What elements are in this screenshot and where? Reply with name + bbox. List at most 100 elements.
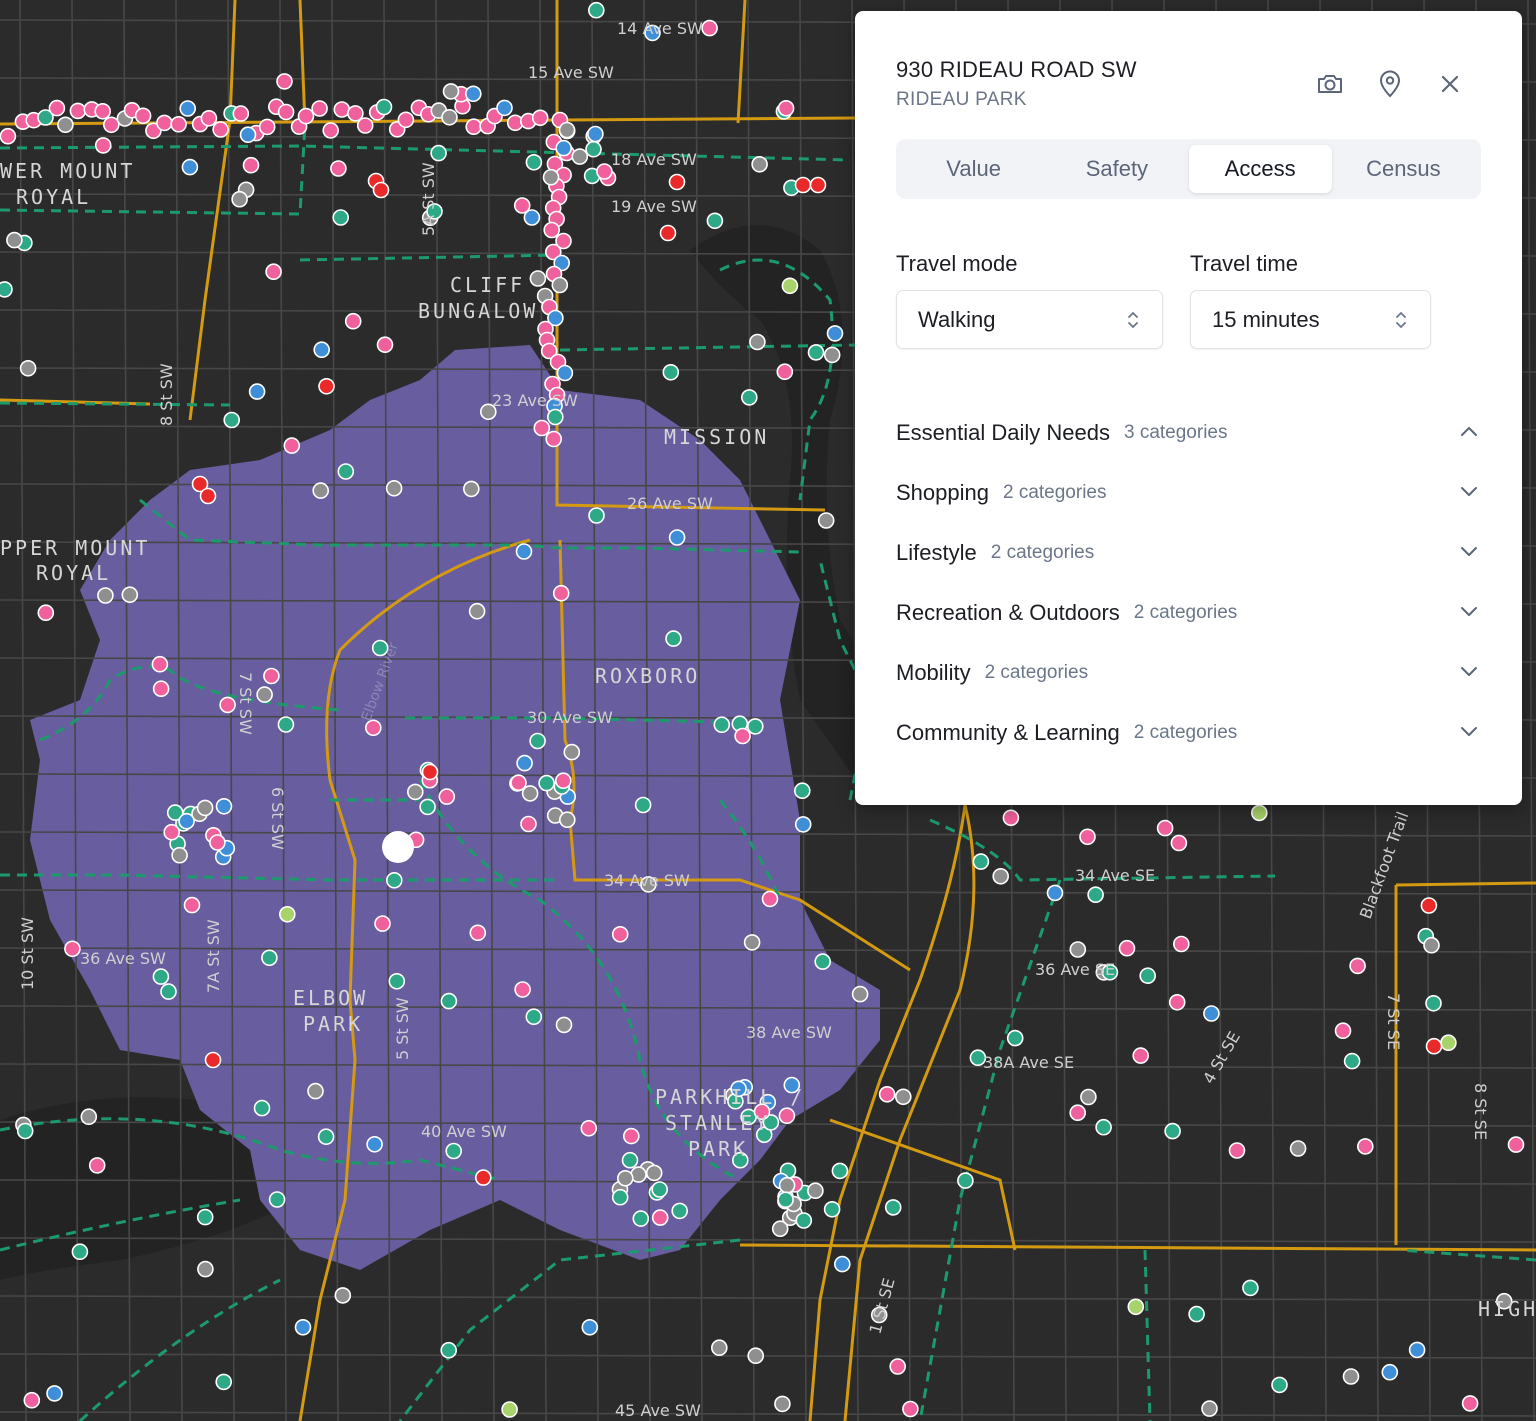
poi-marker[interactable]	[521, 785, 539, 802]
poi-marker[interactable]	[277, 716, 295, 733]
poi-marker[interactable]	[1203, 1005, 1220, 1022]
poi-marker[interactable]	[823, 1201, 841, 1218]
poi-marker[interactable]	[713, 716, 731, 734]
section-mobility[interactable]: Mobility 2 categories	[896, 653, 1482, 693]
poi-marker[interactable]	[374, 915, 391, 932]
poi-marker[interactable]	[0, 127, 17, 145]
poi-marker[interactable]	[421, 763, 439, 781]
poi-marker[interactable]	[464, 85, 482, 103]
poi-marker[interactable]	[196, 1208, 214, 1226]
poi-marker[interactable]	[611, 925, 629, 943]
poi-marker[interactable]	[545, 430, 563, 448]
poi-marker[interactable]	[817, 512, 835, 529]
poi-marker[interactable]	[1079, 828, 1096, 846]
poi-marker[interactable]	[311, 100, 328, 117]
poi-marker[interactable]	[771, 1220, 789, 1237]
poi-marker[interactable]	[1168, 993, 1186, 1011]
poi-marker[interactable]	[774, 1395, 791, 1413]
poi-marker[interactable]	[200, 110, 218, 127]
poi-marker[interactable]	[196, 799, 214, 817]
poi-marker[interactable]	[1342, 1368, 1360, 1385]
section-community-learning[interactable]: Community & Learning 2 categories	[896, 713, 1482, 753]
poi-marker[interactable]	[501, 1401, 518, 1418]
poi-marker[interactable]	[659, 224, 677, 242]
poi-marker[interactable]	[170, 116, 187, 133]
poi-marker[interactable]	[223, 411, 240, 429]
poi-marker[interactable]	[833, 1255, 851, 1273]
poi-marker[interactable]	[375, 98, 393, 116]
poi-marker[interactable]	[152, 680, 170, 698]
poi-marker[interactable]	[294, 1319, 312, 1336]
poi-marker[interactable]	[1046, 884, 1064, 902]
poi-marker[interactable]	[232, 105, 250, 122]
poi-marker[interactable]	[333, 101, 351, 118]
poi-marker[interactable]	[552, 584, 570, 602]
poi-marker[interactable]	[337, 463, 355, 480]
poi-marker[interactable]	[442, 83, 460, 100]
poi-marker[interactable]	[747, 1347, 765, 1364]
poi-marker[interactable]	[555, 1016, 573, 1034]
poi-marker[interactable]	[794, 816, 812, 833]
poi-marker[interactable]	[777, 100, 795, 117]
poi-marker[interactable]	[440, 1341, 458, 1359]
poi-marker[interactable]	[16, 1122, 34, 1140]
poi-marker[interactable]	[894, 1088, 912, 1106]
poi-marker[interactable]	[651, 1209, 669, 1226]
poi-marker[interactable]	[1080, 1088, 1097, 1106]
poi-marker[interactable]	[332, 209, 350, 226]
poi-marker[interactable]	[701, 19, 718, 37]
poi-marker[interactable]	[510, 774, 527, 792]
poi-marker[interactable]	[1420, 897, 1438, 914]
poi-marker[interactable]	[256, 686, 273, 703]
poi-marker[interactable]	[1201, 1400, 1218, 1417]
poi-marker[interactable]	[430, 144, 447, 162]
poi-marker[interactable]	[1242, 1279, 1259, 1297]
poi-marker[interactable]	[1002, 809, 1020, 827]
poi-marker[interactable]	[385, 871, 403, 889]
poi-marker[interactable]	[1087, 886, 1104, 904]
poi-marker[interactable]	[795, 1212, 813, 1229]
poi-marker[interactable]	[611, 1188, 629, 1206]
poi-marker[interactable]	[1349, 957, 1366, 975]
poi-marker[interactable]	[778, 1107, 796, 1124]
poi-marker[interactable]	[204, 1051, 222, 1069]
poi-marker[interactable]	[1132, 1047, 1149, 1064]
poi-marker[interactable]	[809, 176, 827, 194]
poi-marker[interactable]	[777, 1191, 794, 1208]
poi-marker[interactable]	[496, 99, 513, 117]
poi-marker[interactable]	[671, 1202, 689, 1220]
poi-marker[interactable]	[242, 156, 260, 174]
poi-marker[interactable]	[734, 727, 751, 745]
poi-marker[interactable]	[469, 924, 487, 942]
poi-marker[interactable]	[1173, 935, 1190, 953]
poi-marker[interactable]	[406, 783, 424, 801]
poi-marker[interactable]	[152, 968, 170, 985]
poi-marker[interactable]	[1069, 941, 1087, 958]
poi-marker[interactable]	[64, 940, 81, 958]
poi-marker[interactable]	[588, 507, 605, 524]
poi-marker[interactable]	[212, 121, 229, 138]
poi-marker[interactable]	[558, 121, 576, 139]
poi-marker[interactable]	[440, 992, 458, 1010]
poi-marker[interactable]	[1188, 1305, 1205, 1323]
poi-marker[interactable]	[972, 853, 990, 870]
poi-marker[interactable]	[313, 341, 331, 359]
poi-marker[interactable]	[37, 604, 55, 622]
poi-marker[interactable]	[992, 867, 1010, 885]
poi-marker[interactable]	[283, 437, 301, 454]
section-recreation-outdoors[interactable]: Recreation & Outdoors 2 categories	[896, 593, 1482, 633]
poi-marker[interactable]	[957, 1172, 974, 1189]
poi-marker[interactable]	[258, 118, 276, 136]
poi-marker[interactable]	[419, 798, 436, 816]
poi-marker[interactable]	[322, 122, 340, 139]
poi-marker[interactable]	[1228, 1142, 1246, 1159]
poi-marker[interactable]	[710, 1339, 728, 1356]
poi-marker[interactable]	[268, 1191, 286, 1208]
poi-marker[interactable]	[1289, 1140, 1307, 1157]
poi-marker[interactable]	[665, 630, 682, 647]
poi-marker[interactable]	[529, 732, 546, 750]
poi-marker[interactable]	[585, 140, 602, 158]
poi-marker[interactable]	[823, 346, 841, 364]
poi-marker[interactable]	[171, 846, 188, 864]
section-lifestyle[interactable]: Lifestyle 2 categories	[896, 533, 1482, 573]
